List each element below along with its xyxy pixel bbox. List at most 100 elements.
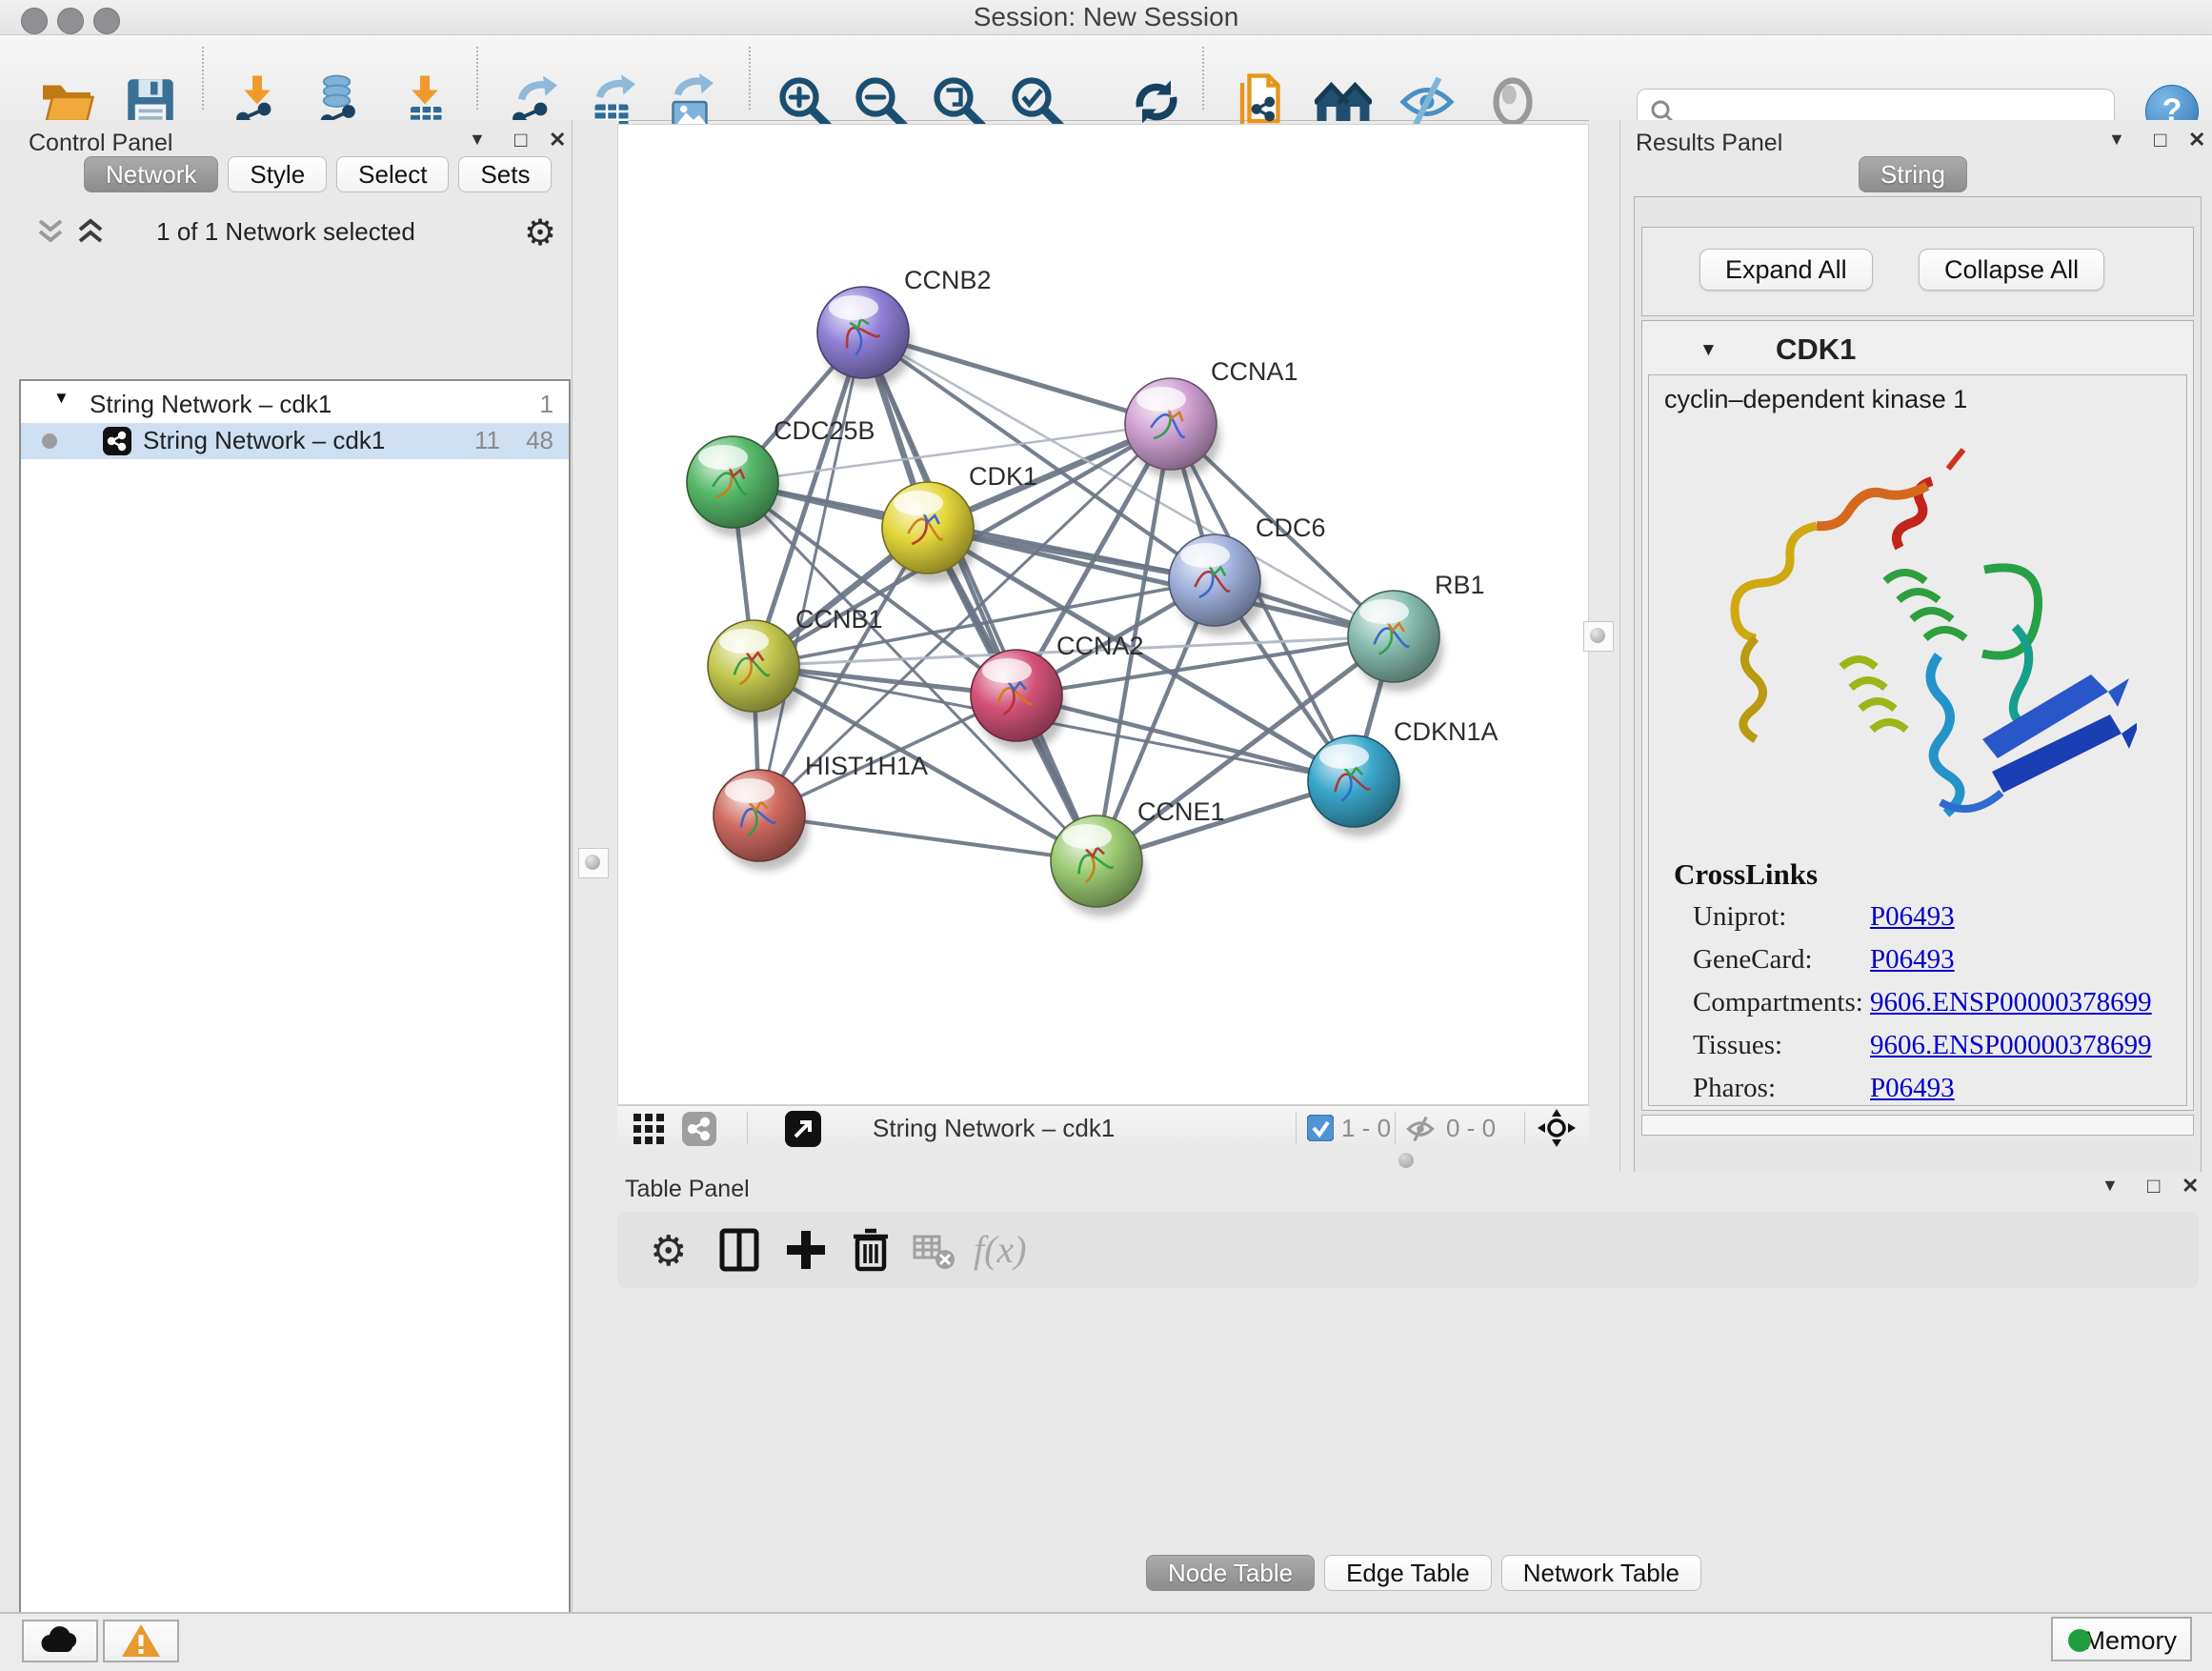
- network-node-ccna1[interactable]: [1125, 378, 1220, 479]
- crosslink-label: Uniprot:: [1693, 901, 1786, 932]
- network-edges: [733, 332, 1394, 861]
- results-panel-menu-icon[interactable]: ▼: [2108, 130, 2125, 150]
- tab-node-table[interactable]: Node Table: [1146, 1555, 1315, 1591]
- network-node-cdkn1a[interactable]: [1308, 735, 1403, 836]
- tree-expand-icon[interactable]: ▼: [53, 389, 70, 408]
- table-gear-icon[interactable]: ⚙: [650, 1227, 687, 1276]
- crosslink-row: Uniprot: P06493: [1693, 901, 2169, 944]
- refresh-icon: [1128, 73, 1185, 131]
- network-collection-count: 1: [540, 390, 553, 419]
- cloud-icon: [39, 1625, 81, 1654]
- node-label-cdk1: CDK1: [969, 462, 1037, 491]
- crosslink-link[interactable]: 9606.ENSP00000378699: [1870, 987, 2152, 1018]
- tab-network[interactable]: Network: [84, 156, 218, 192]
- left-splitter-handle[interactable]: [578, 848, 609, 878]
- network-edge: [759, 332, 863, 815]
- delete-table-icon[interactable]: [909, 1225, 958, 1275]
- add-column-icon[interactable]: [781, 1225, 831, 1275]
- zoom-out-button[interactable]: [852, 73, 909, 131]
- crosslink-link[interactable]: 9606.ENSP00000378699: [1870, 1030, 2152, 1061]
- new-network-from-selection-button[interactable]: [1233, 73, 1290, 131]
- network-row-label: String Network – cdk1: [143, 426, 385, 455]
- selected-count: 1 - 0: [1341, 1106, 1391, 1150]
- tab-network-table[interactable]: Network Table: [1501, 1555, 1701, 1591]
- network-collection-label: String Network – cdk1: [90, 390, 332, 419]
- node-label-hist1h1a: HIST1H1A: [805, 752, 928, 780]
- gene-collapse-icon[interactable]: ▼: [1699, 340, 1718, 361]
- network-node-count: 11: [474, 426, 500, 455]
- network-collection-row[interactable]: ▼ String Network – cdk1 1: [21, 387, 569, 423]
- tab-select[interactable]: Select: [336, 156, 449, 192]
- birdseye-grid-icon[interactable]: [633, 1113, 665, 1145]
- memory-button[interactable]: Memory: [2051, 1617, 2192, 1661]
- collapse-all-button[interactable]: Collapse All: [1919, 249, 2104, 291]
- open-in-new-window-icon[interactable]: [785, 1111, 821, 1147]
- network-node-cdc6[interactable]: [1169, 534, 1264, 635]
- hide-unhide-button[interactable]: [1398, 73, 1456, 131]
- network-node-ccne1[interactable]: [1051, 815, 1146, 916]
- crosslink-link[interactable]: P06493: [1870, 1073, 1955, 1104]
- gene-description: cyclin–dependent kinase 1: [1664, 385, 1967, 414]
- crosslink-link[interactable]: P06493: [1870, 944, 1955, 976]
- selected-checkbox-icon[interactable]: [1307, 1115, 1334, 1141]
- protein-structure-image: [1699, 429, 2137, 838]
- function-builder-button[interactable]: f(x): [974, 1227, 1027, 1272]
- network-share-gray-icon[interactable]: [682, 1112, 716, 1146]
- delete-column-icon[interactable]: [846, 1225, 895, 1275]
- crosslink-label: GeneCard:: [1693, 944, 1813, 975]
- tab-edge-table[interactable]: Edge Table: [1324, 1555, 1492, 1591]
- network-node-ccna2[interactable]: [971, 650, 1066, 751]
- document-share-icon: [1233, 73, 1290, 131]
- right-splitter-handle[interactable]: [1583, 621, 1614, 652]
- houses-button[interactable]: [1315, 73, 1372, 131]
- horizontal-splitter-handle[interactable]: [1398, 1153, 1414, 1168]
- zoom-in-button[interactable]: [775, 73, 833, 131]
- crosslinks-heading: CrossLinks: [1674, 857, 1818, 892]
- hidden-count: 0 - 0: [1446, 1106, 1496, 1150]
- fit-crosshair-icon[interactable]: [1538, 1109, 1576, 1147]
- table-panel-float-icon[interactable]: □: [2147, 1174, 2160, 1198]
- warning-status-button[interactable]: [103, 1620, 179, 1662]
- table-tabs: Node TableEdge TableNetwork Table: [1146, 1555, 1711, 1591]
- table-panel-menu-icon[interactable]: ▼: [2101, 1176, 2119, 1196]
- node-label-rb1: RB1: [1435, 571, 1485, 599]
- network-view-canvas[interactable]: CCNB2CCNA1CDC25BCDK1CDC6RB1CCNB1CCNA2CDK…: [617, 124, 1589, 1105]
- table-panel-close-icon[interactable]: ✕: [2182, 1174, 2199, 1198]
- network-node-hist1h1a[interactable]: [714, 770, 809, 871]
- network-node-ccnb2[interactable]: [817, 287, 913, 388]
- results-panel-title: Results Panel: [1636, 130, 1782, 157]
- cloud-status-button[interactable]: [22, 1620, 98, 1662]
- tab-sets[interactable]: Sets: [458, 156, 552, 192]
- crosslink-label: Tissues:: [1693, 1030, 1782, 1060]
- results-panel-float-icon[interactable]: □: [2154, 128, 2166, 152]
- results-panel-close-icon[interactable]: ✕: [2188, 128, 2205, 152]
- refresh-view-button[interactable]: [1128, 73, 1185, 131]
- zoom-fit-icon: [930, 73, 987, 131]
- table-toolbar: ⚙ f(x): [617, 1212, 2199, 1288]
- split-columns-icon[interactable]: [714, 1225, 764, 1275]
- zoom-selected-button[interactable]: [1008, 73, 1065, 131]
- network-share-icon: [103, 427, 131, 455]
- results-scroll-strip[interactable]: [1641, 1115, 2194, 1136]
- control-panel-close-icon[interactable]: ✕: [549, 128, 566, 152]
- export-image-button[interactable]: [661, 73, 718, 131]
- expand-all-button[interactable]: Expand All: [1699, 249, 1873, 291]
- tab-string[interactable]: String: [1859, 156, 1967, 192]
- network-node-cdc25b[interactable]: [687, 436, 782, 537]
- node-label-ccne1: CCNE1: [1137, 797, 1225, 826]
- table-panel-title: Table Panel: [625, 1176, 750, 1203]
- crosslink-link[interactable]: P06493: [1870, 901, 1955, 933]
- control-panel-menu-icon[interactable]: ▼: [469, 130, 486, 150]
- network-node-rb1[interactable]: [1348, 591, 1443, 692]
- zoom-fit-button[interactable]: [930, 73, 987, 131]
- crosslink-row: GeneCard: P06493: [1693, 944, 2169, 987]
- tab-style[interactable]: Style: [228, 156, 327, 192]
- control-panel-float-icon[interactable]: □: [514, 128, 527, 152]
- network-node-cdk1[interactable]: [882, 482, 977, 583]
- network-options-gear-icon[interactable]: ⚙: [524, 211, 556, 254]
- window-title: Session: New Session: [0, 0, 2212, 34]
- show-hidden-button[interactable]: [1484, 73, 1541, 131]
- network-row[interactable]: String Network – cdk1 11 48: [21, 423, 569, 459]
- gene-name: CDK1: [1776, 332, 1856, 367]
- export-image-icon: [661, 73, 718, 131]
